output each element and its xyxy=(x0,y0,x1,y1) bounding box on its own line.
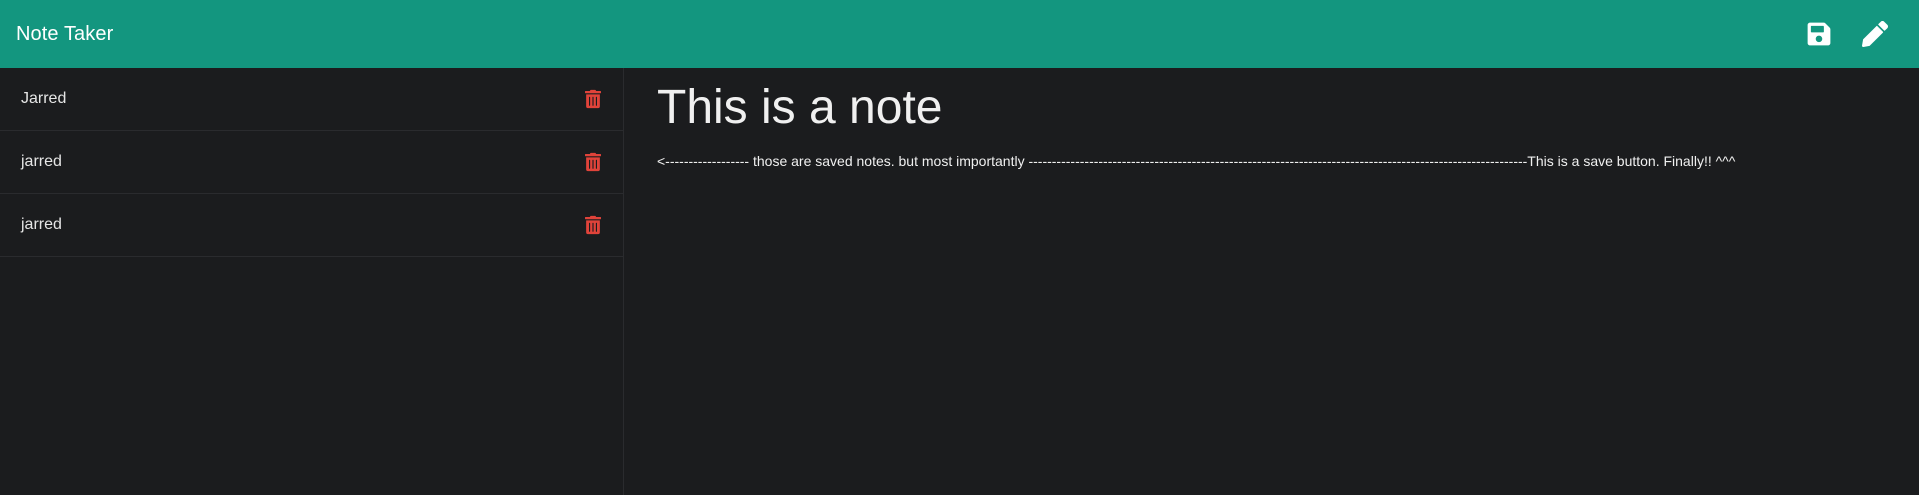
list-item[interactable]: Jarred xyxy=(0,68,623,131)
note-title-label: jarred xyxy=(21,153,62,170)
navbar: Note Taker xyxy=(0,0,1919,68)
note-title-label: Jarred xyxy=(21,90,67,107)
trash-icon[interactable] xyxy=(583,151,603,173)
nav-actions xyxy=(1805,20,1903,48)
note-body-textarea[interactable]: <------------------ those are saved note… xyxy=(657,153,1887,169)
pencil-icon[interactable] xyxy=(1861,20,1889,48)
list-item[interactable]: jarred xyxy=(0,194,623,257)
note-editor: This is a note <------------------ those… xyxy=(625,68,1919,495)
note-title-input[interactable]: This is a note xyxy=(657,81,1887,135)
list-item[interactable]: jarred xyxy=(0,131,623,194)
trash-icon[interactable] xyxy=(583,214,603,236)
notes-sidebar: Jarred jarred jarred xyxy=(0,68,624,495)
trash-icon[interactable] xyxy=(583,88,603,110)
app-brand[interactable]: Note Taker xyxy=(16,23,113,46)
save-icon[interactable] xyxy=(1805,20,1833,48)
note-title-label: jarred xyxy=(21,216,62,233)
